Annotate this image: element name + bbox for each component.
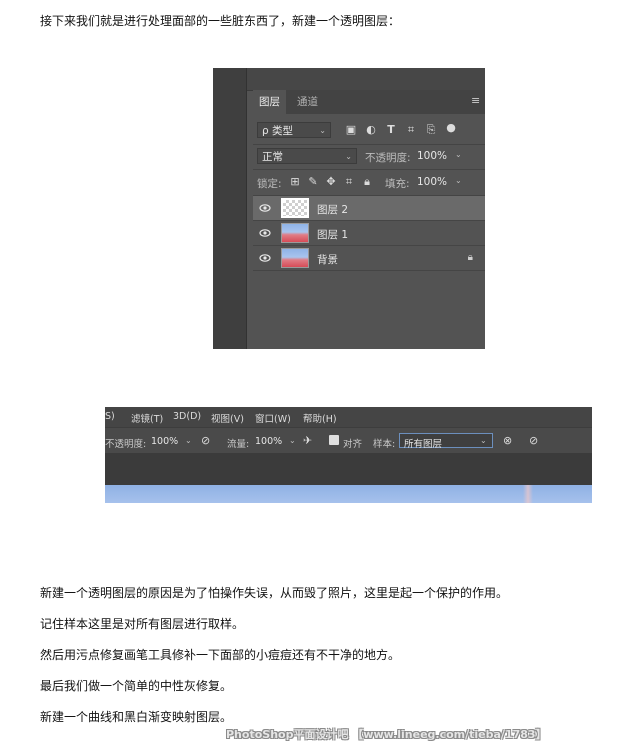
document-tab-area [105, 453, 592, 485]
eye-icon[interactable] [259, 202, 271, 214]
pressure-size-icon[interactable]: ⊘ [529, 434, 538, 447]
chevron-down-icon[interactable]: ⌄ [455, 176, 462, 185]
intro-text: 接下来我们就是进行处理面部的一些脏东西了，新建一个透明图层： [40, 14, 401, 28]
panel-tabs: 图层 通道 ≡ [253, 90, 485, 114]
adjustment-filter-icon[interactable]: ◐ [365, 124, 377, 136]
smart-object-filter-icon[interactable]: ⎘ [425, 124, 437, 136]
lock-transparent-pixels-icon[interactable]: ⊞ [289, 176, 301, 188]
flow-value[interactable]: 100% [255, 436, 282, 447]
tab-layers[interactable]: 图层 [253, 90, 286, 114]
shape-filter-icon[interactable]: ⌗ [405, 124, 417, 136]
blend-mode-value: 正常 [262, 151, 283, 163]
align-checkbox[interactable] [329, 435, 339, 445]
canvas-preview [105, 485, 592, 503]
layer-name: 图层 2 [317, 204, 349, 216]
lock-icon: 🔒︎ [467, 252, 473, 263]
menu-item-filter[interactable]: 滤镜(T) [131, 411, 163, 425]
divider [253, 169, 485, 170]
lock-row: 锁定: ⊞ ✎ ✥ ⌗ 🔒︎ 填充: 100% ⌄ [253, 174, 485, 192]
menu-item-3d[interactable]: 3D(D) [173, 411, 201, 422]
layer-thumbnail [281, 248, 309, 268]
layers-panel: 图层 通道 ≡ ρ 类型 ⌄ ▣ ◐ T ⌗ ⎘ ● 正常 ⌄ 不透明度: 10… [253, 90, 485, 349]
panel-left-strip [213, 68, 247, 349]
airbrush-icon[interactable]: ✈ [303, 434, 312, 447]
blend-mode-select[interactable]: 正常 ⌄ [257, 148, 357, 164]
paragraph: 最后我们做一个简单的中性灰修复。 [40, 679, 233, 693]
opacity-value[interactable]: 100% [417, 150, 447, 162]
layer-filter-select[interactable]: ρ 类型 ⌄ [257, 122, 331, 138]
blend-row: 正常 ⌄ 不透明度: 100% ⌄ [253, 148, 485, 166]
paragraph: 记住样本这里是对所有图层进行取样。 [40, 617, 245, 631]
opacity-value[interactable]: 100% [151, 436, 178, 447]
lock-label: 锁定: [257, 178, 282, 190]
chevron-down-icon: ⌄ [319, 126, 326, 135]
layer-thumbnail [281, 198, 309, 218]
menu-item-view[interactable]: 视图(V) [211, 411, 244, 425]
chevron-down-icon[interactable]: ⌄ [185, 436, 192, 445]
lock-artboard-icon[interactable]: ⌗ [343, 176, 355, 188]
layer-row-layer1[interactable]: 图层 1 [253, 221, 485, 246]
chevron-down-icon: ⌄ [345, 152, 352, 161]
menu-item-help[interactable]: 帮助(H) [303, 411, 337, 425]
layer-thumbnail [281, 223, 309, 243]
pressure-opacity-icon[interactable]: ⊘ [201, 434, 210, 447]
sample-label: 样本: [373, 439, 396, 450]
menu-item-window[interactable]: 窗口(W) [255, 411, 291, 425]
chevron-down-icon[interactable]: ⌄ [455, 150, 462, 159]
menu-item-select[interactable]: S) [105, 411, 115, 422]
fill-value[interactable]: 100% [417, 176, 447, 188]
panel-top-bar [213, 68, 485, 91]
chevron-down-icon: ⌄ [480, 436, 487, 445]
layer-name: 背景 [317, 254, 338, 266]
sample-value: 所有图层 [404, 439, 443, 450]
lock-all-icon[interactable]: 🔒︎ [361, 176, 373, 188]
paragraph: 新建一个透明图层的原因是为了怕操作失误，从而毁了照片，这里是起一个保护的作用。 [40, 586, 509, 600]
chevron-down-icon[interactable]: ⌄ [289, 436, 296, 445]
fill-label: 填充: [385, 178, 410, 190]
type-filter-icon[interactable]: T [385, 124, 397, 136]
align-label: 对齐 [343, 439, 363, 450]
filter-label: ρ 类型 [262, 125, 294, 137]
ignore-adjustment-layers-icon[interactable]: ⊗ [503, 434, 512, 447]
paragraph: 然后用污点修复画笔工具修补一下面部的小痘痘还有不干净的地方。 [40, 648, 401, 662]
layer-name: 图层 1 [317, 229, 349, 241]
layer-row-layer2[interactable]: 图层 2 [253, 196, 485, 221]
image-filter-icon[interactable]: ▣ [345, 124, 357, 136]
watermark: PhotoShop平面设计吧 【www.lineeg.com/tieba/178… [226, 728, 547, 741]
filter-row: ρ 类型 ⌄ ▣ ◐ T ⌗ ⎘ ● [253, 122, 485, 140]
layer-row-background[interactable]: 背景 🔒︎ [253, 246, 485, 271]
lock-image-pixels-icon[interactable]: ✎ [307, 176, 319, 188]
panel-menu-icon[interactable]: ≡ [471, 94, 481, 108]
paragraph: 新建一个曲线和黑白渐变映射图层。 [40, 710, 233, 724]
options-bar: 不透明度: 100% ⌄ ⊘ 流量: 100% ⌄ ✈ 对齐 样本: 所有图层 … [105, 427, 592, 454]
menu-bar: S) 滤镜(T) 3D(D) 视图(V) 窗口(W) 帮助(H) [105, 407, 592, 427]
lock-position-icon[interactable]: ✥ [325, 176, 337, 188]
toolbar-screenshot: S) 滤镜(T) 3D(D) 视图(V) 窗口(W) 帮助(H) 不透明度: 1… [105, 407, 592, 503]
flow-label: 流量: [227, 439, 250, 450]
eye-icon[interactable] [259, 252, 271, 264]
filter-toggle-icon[interactable]: ● [445, 122, 457, 134]
layers-panel-screenshot: 图层 通道 ≡ ρ 类型 ⌄ ▣ ◐ T ⌗ ⎘ ● 正常 ⌄ 不透明度: 10… [213, 68, 485, 349]
opacity-label: 不透明度: [105, 439, 147, 450]
opacity-label: 不透明度: [365, 152, 411, 164]
sample-select[interactable]: 所有图层 ⌄ [399, 433, 493, 450]
divider [253, 144, 485, 145]
eye-icon[interactable] [259, 227, 271, 239]
tab-channels[interactable]: 通道 [291, 90, 324, 114]
